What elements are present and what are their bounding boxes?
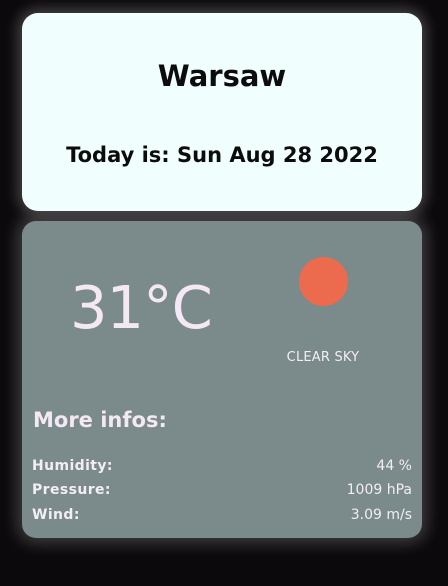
weather-card: 31°C CLEAR SKY More infos: Humidity: 44 …	[22, 221, 422, 538]
temperature: 31°C	[70, 273, 213, 342]
pressure-label: Pressure:	[32, 482, 111, 498]
humidity-label: Humidity:	[32, 458, 113, 474]
pressure-row: Pressure: 1009 hPa	[32, 482, 412, 502]
location-card: Warsaw Today is: Sun Aug 28 2022	[22, 13, 422, 211]
pressure-value: 1009 hPa	[346, 482, 412, 498]
humidity-row: Humidity: 44 %	[32, 458, 412, 478]
details-heading: More infos:	[33, 408, 167, 432]
wind-row: Wind: 3.09 m/s	[32, 507, 412, 527]
date-text: Today is: Sun Aug 28 2022	[66, 143, 378, 167]
humidity-value: 44 %	[376, 458, 412, 474]
weather-condition: CLEAR SKY	[286, 350, 360, 365]
city-name: Warsaw	[157, 59, 287, 93]
sun-icon	[299, 257, 348, 306]
wind-value: 3.09 m/s	[350, 507, 412, 523]
wind-label: Wind:	[32, 507, 80, 523]
